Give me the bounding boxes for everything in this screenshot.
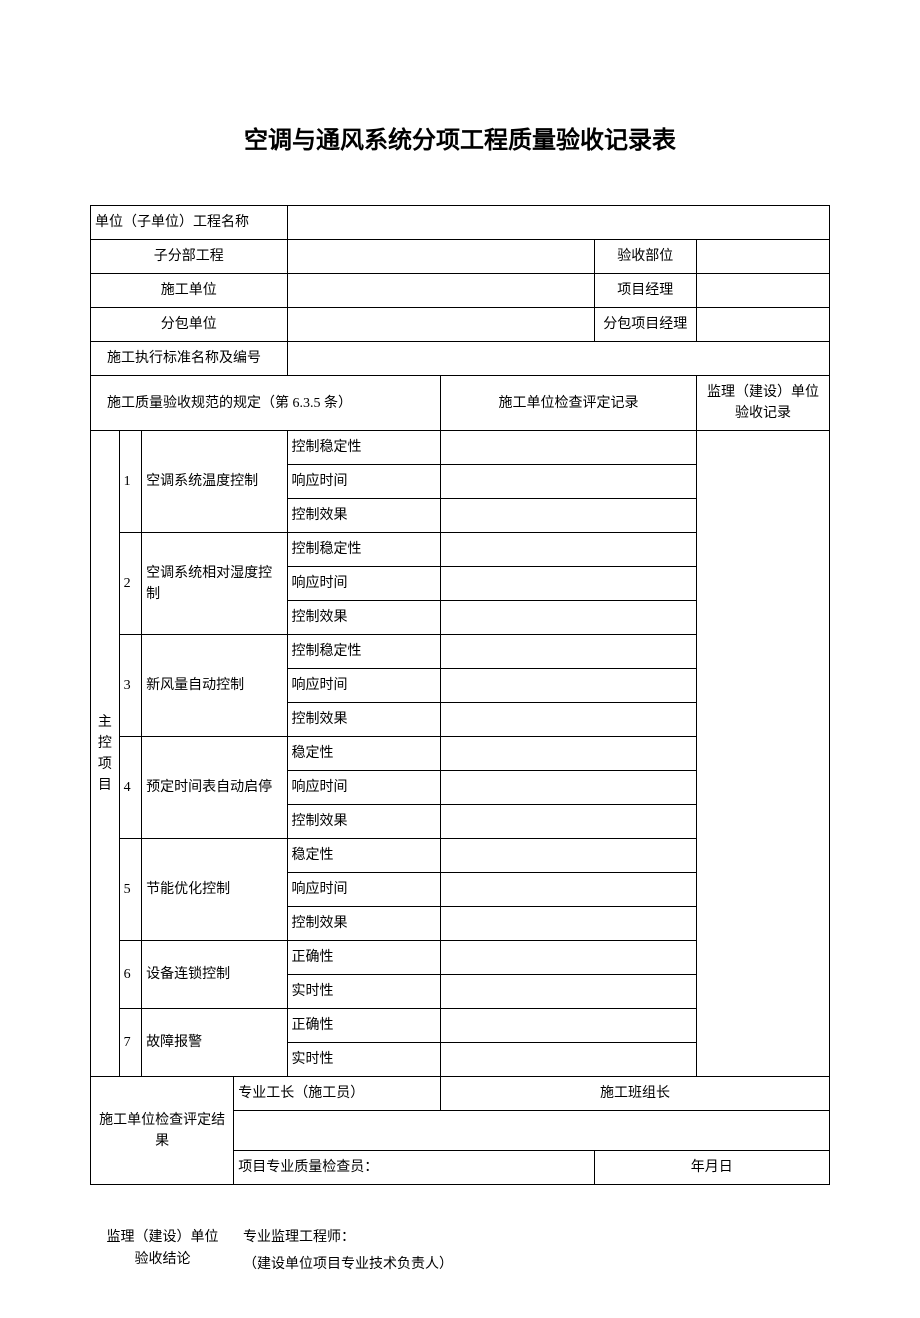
pro-engineer-label: 专业监理工程师： [243,1225,453,1252]
item-no: 6 [119,941,142,1009]
value-unit-project [287,206,830,240]
row-foreman: 施工单位检查评定结果 专业工长（施工员） 施工班组长 [91,1077,830,1111]
criterion: 控制稳定性 [287,533,441,567]
criterion: 控制效果 [287,907,441,941]
criterion: 控制效果 [287,601,441,635]
item-name: 空调系统相对湿度控制 [142,533,287,635]
inspection-table: 单位（子单位）工程名称 子分部工程 验收部位 施工单位 项目经理 分包单位 分包… [90,205,830,1185]
label-construction-unit: 施工单位 [91,274,288,308]
label-quality-inspector: 项目专业质量检查员： [234,1151,594,1185]
check-cell [441,499,697,533]
col-spec-rule: 施工质量验收规范的规定（第 6.3.5 条） [91,376,441,431]
criterion: 控制效果 [287,805,441,839]
label-pro-foreman: 专业工长（施工员） [234,1077,441,1111]
label-subcontractor: 分包单位 [91,308,288,342]
check-cell [441,465,697,499]
supervisor-conclusion-l1: 监理（建设）单位 [107,1230,219,1245]
supervisor-conclusion-label: 监理（建设）单位 验收结论 [90,1225,235,1272]
item-name: 节能优化控制 [142,839,287,941]
check-cell [441,567,697,601]
criterion: 实时性 [287,1043,441,1077]
criterion: 响应时间 [287,771,441,805]
value-construction-unit [287,274,594,308]
label-check-result: 施工单位检查评定结果 [91,1077,234,1185]
label-date: 年月日 [594,1151,829,1185]
criterion: 控制效果 [287,703,441,737]
criterion: 正确性 [287,1009,441,1043]
criterion: 响应时间 [287,465,441,499]
check-cell [441,975,697,1009]
criterion: 稳定性 [287,839,441,873]
criterion: 控制稳定性 [287,431,441,465]
supervisor-signatures: 专业监理工程师： （建设单位项目专业技术负责人） [235,1225,453,1278]
value-standard [287,342,830,376]
label-team-leader: 施工班组长 [441,1077,830,1111]
criterion: 稳定性 [287,737,441,771]
supervisor-conclusion-l2: 验收结论 [135,1252,191,1267]
label-subdivision: 子分部工程 [91,240,288,274]
check-cell [441,635,697,669]
check-cell [441,839,697,873]
row-unit-project: 单位（子单位）工程名称 [91,206,830,240]
criterion: 响应时间 [287,873,441,907]
check-cell [441,601,697,635]
row-standard: 施工执行标准名称及编号 [91,342,830,376]
main-group-label: 主控项目 [91,431,120,1077]
check-cell [441,533,697,567]
criterion: 响应时间 [287,669,441,703]
check-cell [441,703,697,737]
item-name: 设备连锁控制 [142,941,287,1009]
criterion: 控制稳定性 [287,635,441,669]
check-cell [441,873,697,907]
check-cell [441,907,697,941]
item-no: 5 [119,839,142,941]
criterion: 响应时间 [287,567,441,601]
col-supervisor-record: 监理（建设）单位验收记录 [696,376,829,431]
check-cell [441,1009,697,1043]
value-project-manager [696,274,829,308]
row-subdivision: 子分部工程 验收部位 [91,240,830,274]
check-cell [441,805,697,839]
label-project-manager: 项目经理 [594,274,696,308]
row-subcontractor: 分包单位 分包项目经理 [91,308,830,342]
item-name: 故障报警 [142,1009,287,1077]
item-no: 1 [119,431,142,533]
check-cell [441,1043,697,1077]
owner-tech-label: （建设单位项目专业技术负责人） [243,1252,453,1279]
row-columns-header: 施工质量验收规范的规定（第 6.3.5 条） 施工单位检查评定记录 监理（建设）… [91,376,830,431]
supervisor-cell [696,431,829,1077]
criterion: 控制效果 [287,499,441,533]
item-no: 2 [119,533,142,635]
col-check-record: 施工单位检查评定记录 [441,376,697,431]
value-acceptance-dept [696,240,829,274]
item-name: 空调系统温度控制 [142,431,287,533]
value-subcontractor [287,308,594,342]
blank-cell [234,1111,830,1151]
item-no: 7 [119,1009,142,1077]
item-name: 新风量自动控制 [142,635,287,737]
value-subdivision [287,240,594,274]
item-name: 预定时间表自动启停 [142,737,287,839]
row-construction-unit: 施工单位 项目经理 [91,274,830,308]
page-title: 空调与通风系统分项工程质量验收记录表 [90,120,830,155]
check-cell [441,737,697,771]
label-unit-project: 单位（子单位）工程名称 [91,206,288,240]
value-sub-pm [696,308,829,342]
criterion: 正确性 [287,941,441,975]
label-standard: 施工执行标准名称及编号 [91,342,288,376]
criterion: 实时性 [287,975,441,1009]
check-cell [441,431,697,465]
table-row: 主控项目 1 空调系统温度控制 控制稳定性 [91,431,830,465]
label-acceptance-dept: 验收部位 [594,240,696,274]
item-no: 4 [119,737,142,839]
label-sub-pm: 分包项目经理 [594,308,696,342]
item-no: 3 [119,635,142,737]
check-cell [441,771,697,805]
check-cell [441,941,697,975]
check-cell [441,669,697,703]
supervisor-conclusion-block: 监理（建设）单位 验收结论 专业监理工程师： （建设单位项目专业技术负责人） [90,1225,830,1278]
